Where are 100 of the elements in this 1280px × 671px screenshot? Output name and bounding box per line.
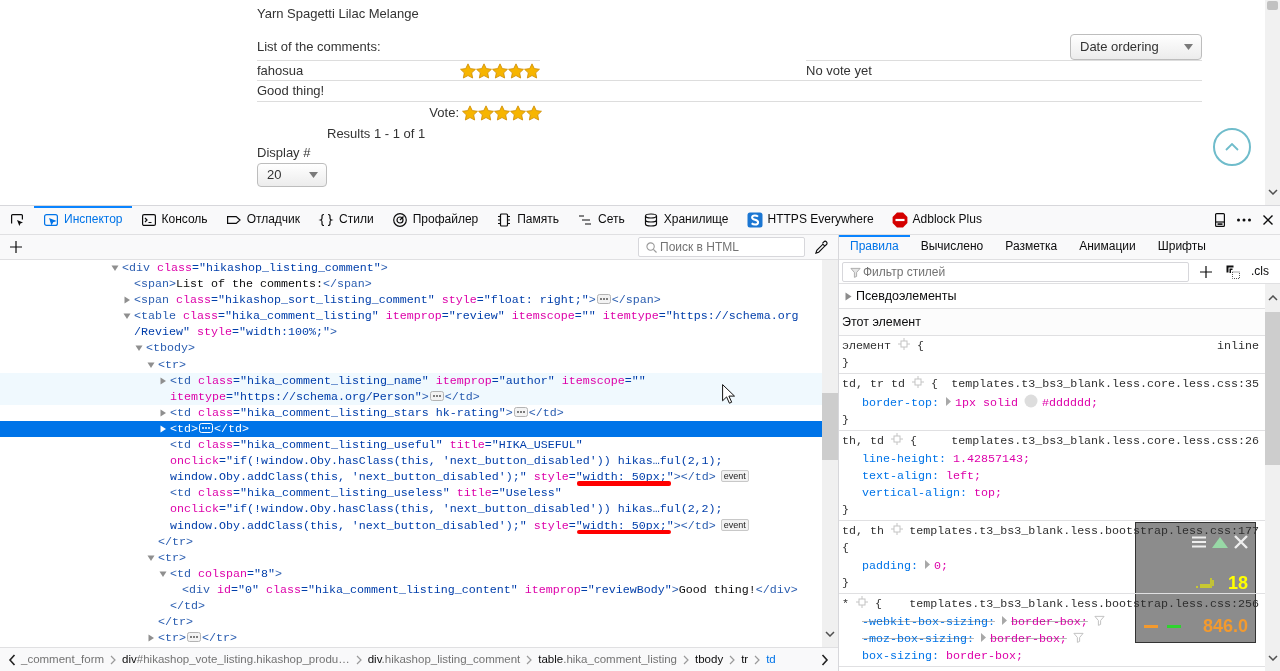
markup-node[interactable]: <span class="hikashop_sort_listing_comment" style="float: right;"> </span> (0, 292, 822, 309)
css-value[interactable]: top; (973, 485, 1002, 500)
ellipsis-badge-icon[interactable] (513, 406, 528, 417)
markup-node[interactable]: <td class="hika_comment_listing_useless" title="Useless" onclick="if(!window.Oby.hasClass(this, 'next_button_disabled')) hikas…ful(2,2); window.Oby.addClass(this, 'next_button_disabled');" style="width: 50px;"></td> event (0, 485, 822, 534)
markup-node[interactable]: <tbody> (0, 340, 822, 357)
expander-icon[interactable] (924, 559, 930, 569)
scrollbar[interactable] (1265, 284, 1280, 671)
eyedropper-icon[interactable] (814, 239, 829, 255)
funnel-icon[interactable] (1072, 631, 1084, 643)
expander-icon[interactable] (147, 553, 155, 562)
expander-icon[interactable] (123, 296, 131, 305)
breadcrumb[interactable]: div.hikashop_listing_comment (367, 652, 521, 667)
markup-node[interactable]: <table class="hika_comment_listing" itemprop="review" itemscope="" itemtype="https://schema.org /Review" style="width:100%;"> (0, 308, 822, 341)
star-icon[interactable] (494, 105, 510, 121)
devtools-tab[interactable]: Сеть (568, 206, 634, 234)
breadcrumb[interactable]: table.hika_comment_listing (538, 652, 677, 667)
expander-icon[interactable] (147, 360, 155, 369)
devtools-tab[interactable]: Профайлер (382, 206, 488, 234)
triangle-icon[interactable] (1212, 536, 1228, 548)
css-property[interactable]: line-height: (862, 451, 946, 466)
expander-icon[interactable] (159, 376, 167, 385)
sidebar-tab[interactable]: Правила (839, 235, 910, 259)
ellipsis-badge-icon[interactable] (429, 390, 444, 401)
expander-icon[interactable] (845, 291, 852, 301)
css-value[interactable]: border-box; (945, 648, 1023, 663)
scrollbar-thumb[interactable] (1265, 311, 1280, 465)
breadcrumb[interactable]: div#hikashop_vote_listing.hikashop_produ… (122, 652, 350, 667)
search-field[interactable]: Поиск в HTML (638, 237, 805, 257)
expander-icon[interactable] (159, 408, 167, 417)
star-icon[interactable] (478, 105, 494, 121)
css-property[interactable]: border-top: (862, 395, 939, 410)
devtools-tab[interactable]: Adblock Plus (882, 206, 991, 234)
chevron-right-icon[interactable] (821, 653, 829, 666)
scrollbar[interactable] (822, 260, 838, 647)
expander-icon[interactable] (1001, 615, 1007, 625)
stylesheet-link[interactable]: inline (1217, 337, 1259, 355)
css-property[interactable]: -webkit-box-sizing: (862, 614, 995, 629)
scrollbar-thumb[interactable] (822, 393, 838, 460)
devtools-tab[interactable]: HTTPS Everywhere (737, 206, 883, 234)
chevron-down-icon[interactable] (825, 631, 835, 638)
breadcrumb[interactable]: _comment_form (21, 652, 105, 667)
event-badge[interactable]: event (720, 518, 749, 531)
layered-squares-icon[interactable] (1225, 263, 1241, 280)
closing-tag[interactable]: </tr> (0, 533, 822, 550)
devtools-tab[interactable]: Консоль (131, 206, 217, 234)
ellipsis-badge-icon[interactable] (187, 632, 201, 643)
markup-node[interactable]: <td class="hika_comment_listing_name" itemprop="author" itemscope="" itemtype="https://schema.org/Person"> </td> (0, 372, 822, 405)
devtools-tab[interactable]: Память (487, 206, 569, 234)
breadcrumb[interactable]: tr (741, 652, 749, 667)
markup-node[interactable]: <td colspan="8"> (0, 565, 822, 582)
chevron-down-icon[interactable] (1267, 655, 1278, 662)
section-toggle[interactable]: Псевдоэлементы (856, 287, 957, 305)
devtools-tab[interactable]: Стили (309, 206, 383, 234)
chevron-down-icon[interactable] (1267, 189, 1278, 196)
stylesheet-link[interactable]: templates.t3_bs3_blank.less.core.less.css:35 (951, 375, 1259, 393)
scrollbar-thumb[interactable] (1267, 1, 1278, 10)
breadcrumb[interactable]: td (766, 652, 776, 667)
sidebar-tab[interactable]: Шрифты (1146, 235, 1217, 259)
expander-icon[interactable] (135, 344, 143, 353)
sidebar-tab[interactable]: Анимации (1068, 235, 1147, 259)
color-swatch-icon[interactable] (1023, 393, 1038, 408)
expander-icon[interactable] (945, 396, 951, 406)
expander-icon[interactable] (159, 424, 167, 433)
css-property[interactable]: padding: (862, 558, 918, 573)
css-property[interactable]: vertical-align: (862, 485, 967, 500)
star-icon[interactable] (526, 105, 542, 121)
chevron-left-icon[interactable] (8, 653, 16, 666)
css-property[interactable]: -moz-box-sizing: (862, 631, 974, 646)
css-value[interactable]: 1px solid (954, 395, 1018, 410)
css-value[interactable]: 0; (933, 558, 948, 573)
css-color-value[interactable]: #dddddd; (1041, 395, 1098, 410)
breadcrumb[interactable]: tbody (695, 652, 724, 667)
markup-node[interactable]: <div class="hikashop_listing_comment"> (0, 260, 822, 277)
css-value[interactable]: border-box; (989, 631, 1067, 646)
markup-node[interactable]: <td class="hika_comment_listing_useful" title="HIKA_USEFUL" onclick="if(!window.Oby.hasClass(this, 'next_button_disabled')) hikas…ful(2,1); window.Oby.addClass(this, 'next_button_disabled');" style="width: 50px;"></td> event (0, 437, 822, 486)
expander-icon[interactable] (159, 569, 167, 578)
funnel-icon[interactable] (1093, 614, 1105, 626)
filter-field[interactable]: Фильтр стилей (842, 261, 1189, 282)
sidebar-tab[interactable]: Вычислено (909, 235, 995, 259)
star-icon[interactable] (462, 105, 478, 121)
scrollbar[interactable] (1265, 0, 1280, 205)
markup-node[interactable]: <tr> (0, 356, 822, 373)
expander-icon[interactable] (147, 634, 155, 643)
pointer-frame-icon[interactable] (9, 212, 25, 228)
sort-dropdown[interactable]: Date ordering (1070, 33, 1202, 60)
plus-icon[interactable] (1199, 264, 1213, 279)
css-property[interactable]: box-sizing: (862, 648, 939, 663)
devtools-tab[interactable]: Хранилище (633, 206, 738, 234)
expander-icon[interactable] (111, 264, 119, 272)
closing-tag[interactable]: </td> (0, 597, 822, 615)
css-value[interactable]: left; (945, 468, 981, 483)
markup-node[interactable]: <span>List of the comments:</span> (0, 276, 822, 293)
css-value[interactable]: border-box; (1010, 614, 1088, 629)
chevron-up-icon[interactable] (1267, 294, 1278, 301)
closing-tag[interactable]: </tr> (0, 614, 822, 631)
device-icon[interactable] (1212, 212, 1228, 228)
display-dropdown[interactable]: 20 (257, 163, 327, 187)
devtools-tab[interactable]: Отладчик (216, 206, 310, 234)
stylesheet-link[interactable]: templates.t3_bs3_blank.less.core.less.css:26 (951, 432, 1259, 450)
menu-icon[interactable] (1192, 536, 1206, 548)
